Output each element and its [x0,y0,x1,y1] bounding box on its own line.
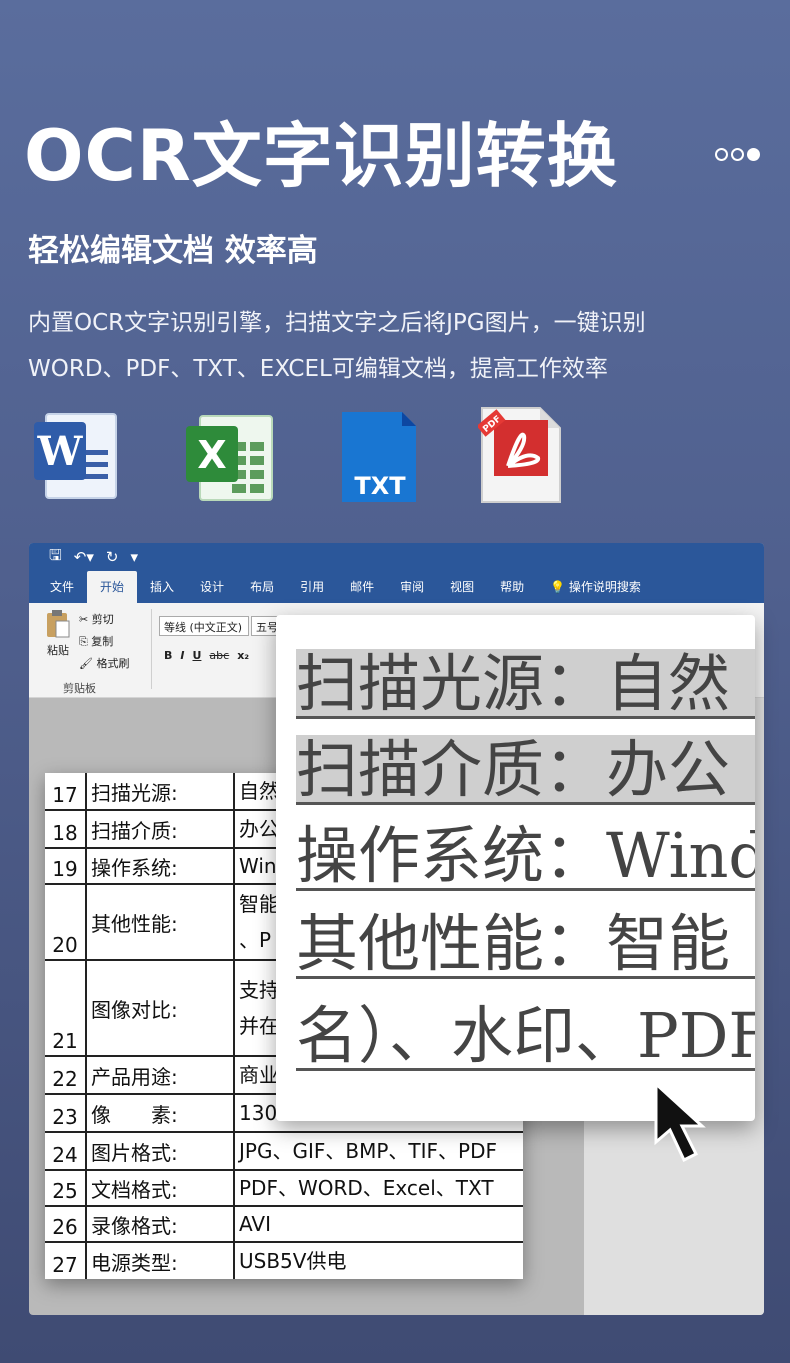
pager-dot[interactable] [715,148,728,161]
excel-file-icon: X [186,415,273,501]
bold-button[interactable]: B [164,649,172,662]
undo-icon[interactable]: ↶▾ [74,548,94,566]
lightbulb-icon: 💡 [550,580,569,594]
clipboard-icon [47,610,70,638]
underline-button[interactable]: U [192,649,201,662]
tab-insert[interactable]: 插入 [137,578,187,603]
description: 内置OCR文字识别引擎，扫描文字之后将JPG图片，一键识别 WORD、PDF、T… [28,300,768,392]
ocr-zoom-panel: 扫描光源：自然 扫描介质：办公 操作系统：Wind 其他性能：智能 名）、水印、… [276,615,755,1121]
pager-dot[interactable] [731,148,744,161]
scissors-icon: ✂ [79,613,92,626]
quick-access-toolbar: 🖫 ↶▾ ↻ ▾ [29,543,764,571]
zoom-text-line: 其他性能：智能 [296,909,755,979]
tab-help[interactable]: 帮助 [487,578,537,603]
cut-button[interactable]: ✂ 剪切 [79,609,129,631]
clipboard-commands: ✂ 剪切 ⎘ 复制 🖌 格式刷 [79,609,129,675]
paste-button[interactable]: 粘贴 [43,609,73,658]
tab-home[interactable]: 开始 [87,571,138,603]
customize-icon[interactable]: ▾ [130,548,138,566]
description-line: 内置OCR文字识别引擎，扫描文字之后将JPG图片，一键识别 [28,310,646,336]
tab-review[interactable]: 审阅 [387,578,437,603]
zoom-text-line: 操作系统：Wind [296,821,755,891]
page-subtitle: 轻松编辑文档 效率高 [28,233,318,269]
table-row: 25 文档格式: PDF、WORD、Excel、TXT [45,1171,523,1207]
table-row: 27 电源类型: USB5V供电 [45,1243,523,1279]
redo-icon[interactable]: ↻ [106,548,119,566]
tab-design[interactable]: 设计 [187,578,237,603]
ribbon-divider [151,609,152,689]
tab-mailings[interactable]: 邮件 [337,578,387,603]
mouse-pointer-icon [654,1080,706,1163]
word-icon-letter: W [37,428,84,475]
tab-references[interactable]: 引用 [287,578,337,603]
tab-view[interactable]: 视图 [437,578,487,603]
font-format-buttons: B I U abc x₂ [164,649,249,662]
table-row: 26 录像格式: AVI [45,1207,523,1243]
subscript-button[interactable]: x₂ [237,649,249,662]
txt-file-icon: TXT [342,412,416,502]
tab-file[interactable]: 文件 [37,578,87,603]
copy-button[interactable]: ⎘ 复制 [79,631,129,653]
copy-icon: ⎘ [79,635,92,648]
italic-button[interactable]: I [180,649,184,662]
save-icon[interactable]: 🖫 [49,545,62,570]
font-name-select[interactable]: 等线 (中文正文) [159,616,249,636]
word-file-icon: W [34,413,117,499]
brush-icon: 🖌 [79,657,97,670]
clipboard-group-label: 剪贴板 [63,682,96,695]
excel-icon-letter: X [197,433,226,477]
format-painter-button[interactable]: 🖌 格式刷 [79,653,129,675]
tab-layout[interactable]: 布局 [237,578,287,603]
table-row: 24 图片格式: JPG、GIF、BMP、TIF、PDF [45,1133,523,1171]
carousel-pager [715,148,760,161]
txt-icon-label: TXT [354,472,406,500]
zoom-text-line: 扫描光源：自然 [296,649,755,719]
zoom-text-line: 扫描介质：办公 [296,735,755,805]
zoom-text-line: 名）、水印、PDF [296,1001,755,1071]
pager-dot-active[interactable] [747,148,760,161]
pdf-file-icon: PDF [478,407,561,503]
page-title: OCR文字识别转换 [24,115,618,197]
strikethrough-button[interactable]: abc [209,649,229,662]
tell-me-search[interactable]: 💡 操作说明搜索 [537,578,654,603]
description-line: WORD、PDF、TXT、EXCEL可编辑文档，提高工作效率 [28,356,608,382]
ribbon-tabs: 文件 开始 插入 设计 布局 引用 邮件 审阅 视图 帮助 💡 操作说明搜索 [29,571,764,603]
